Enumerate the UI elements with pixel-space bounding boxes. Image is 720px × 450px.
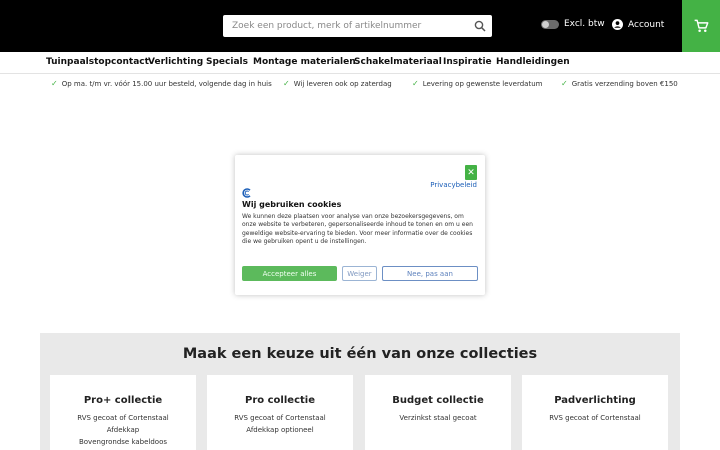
nav-item-specials[interactable]: Specials xyxy=(206,57,248,67)
card-feature: Afdekkap optioneel xyxy=(246,426,314,434)
btw-toggle[interactable]: Excl. btw xyxy=(541,19,605,29)
collection-card[interactable]: Padverlichting RVS gecoat of Cortenstaal xyxy=(522,375,668,450)
usp-text: Gratis verzending boven €150 xyxy=(571,79,678,88)
close-button[interactable]: ✕ xyxy=(465,165,477,180)
check-icon: ✓ xyxy=(412,79,419,88)
main-nav: Tuinpaalstopcontact Verlichting Specials… xyxy=(0,52,720,74)
check-icon: ✓ xyxy=(561,79,568,88)
collections-section: Maak een keuze uit één van onze collecti… xyxy=(40,333,680,450)
cart-button[interactable] xyxy=(682,0,720,52)
collection-card[interactable]: Budget collectie Verzinkst staal gecoat xyxy=(365,375,511,450)
customize-button[interactable]: Nee, pas aan xyxy=(382,266,478,281)
dialog-title: Wij gebruiken cookies xyxy=(242,200,342,209)
btw-label: Excl. btw xyxy=(564,19,605,29)
privacy-policy-link[interactable]: Privacybeleid xyxy=(430,181,477,189)
card-feature: Verzinkst staal gecoat xyxy=(399,414,477,422)
nav-item-inspiratie[interactable]: Inspiratie xyxy=(443,57,492,67)
account-label: Account xyxy=(628,19,665,30)
search-bar[interactable] xyxy=(223,15,492,37)
card-title: Padverlichting xyxy=(554,395,636,406)
check-icon: ✓ xyxy=(283,79,290,88)
search-icon[interactable] xyxy=(474,20,486,32)
cart-icon xyxy=(694,19,708,32)
usp-item: ✓ Levering op gewenste leverdatum xyxy=(412,79,542,88)
dialog-text: We kunnen deze plaatsen voor analyse van… xyxy=(242,213,473,246)
nav-item-schakelmateriaal[interactable]: Schakelmateriaal xyxy=(354,57,442,67)
cookie-consent-dialog: ✕ Privacybeleid Wij gebruiken cookies We… xyxy=(235,155,485,295)
card-feature: Afdekkap xyxy=(106,426,140,434)
card-feature: RVS gecoat of Cortenstaal xyxy=(549,414,641,422)
card-feature: Bovengrondse kabeldoos xyxy=(78,438,168,446)
nav-item-verlichting[interactable]: Verlichting xyxy=(148,57,203,67)
deny-button[interactable]: Weiger xyxy=(342,266,377,281)
account-link[interactable]: Account xyxy=(612,19,664,30)
card-feature: RVS gecoat of Cortenstaal xyxy=(77,414,169,422)
card-feature: RVS gecoat of Cortenstaal xyxy=(234,414,326,422)
card-title: Budget collectie xyxy=(392,395,484,406)
nav-item-handleidingen[interactable]: Handleidingen xyxy=(496,57,570,67)
usp-item: ✓ Wij leveren ook op zaterdag xyxy=(283,79,392,88)
card-title: Pro collectie xyxy=(245,395,315,406)
usp-text: Wij leveren ook op zaterdag xyxy=(293,79,392,88)
usp-item: ✓ Gratis verzending boven €150 xyxy=(561,79,678,88)
check-icon: ✓ xyxy=(51,79,58,88)
user-icon xyxy=(612,19,623,30)
collections-heading: Maak een keuze uit één van onze collecti… xyxy=(182,346,538,362)
accept-all-button[interactable]: Accepteer alles xyxy=(242,266,337,281)
collection-card[interactable]: Pro+ collectie RVS gecoat of Cortenstaal… xyxy=(50,375,196,450)
cookie-logo-icon xyxy=(242,188,251,198)
collection-card[interactable]: Pro collectie RVS gecoat of Cortenstaal … xyxy=(207,375,353,450)
card-title: Pro+ collectie xyxy=(83,395,163,406)
usp-item: ✓ Op ma. t/m vr. vóór 15.00 uur besteld,… xyxy=(51,79,272,88)
search-input[interactable] xyxy=(232,21,462,31)
usp-text: Op ma. t/m vr. vóór 15.00 uur besteld, v… xyxy=(61,79,272,88)
nav-item-tuinpaalstopcontact[interactable]: Tuinpaalstopcontact xyxy=(46,57,149,67)
top-bar: Excl. btw Account xyxy=(0,0,720,52)
usp-text: Levering op gewenste leverdatum xyxy=(422,79,543,88)
nav-item-montage-materialen[interactable]: Montage materialen xyxy=(253,57,356,67)
toggle-switch[interactable] xyxy=(541,19,559,29)
